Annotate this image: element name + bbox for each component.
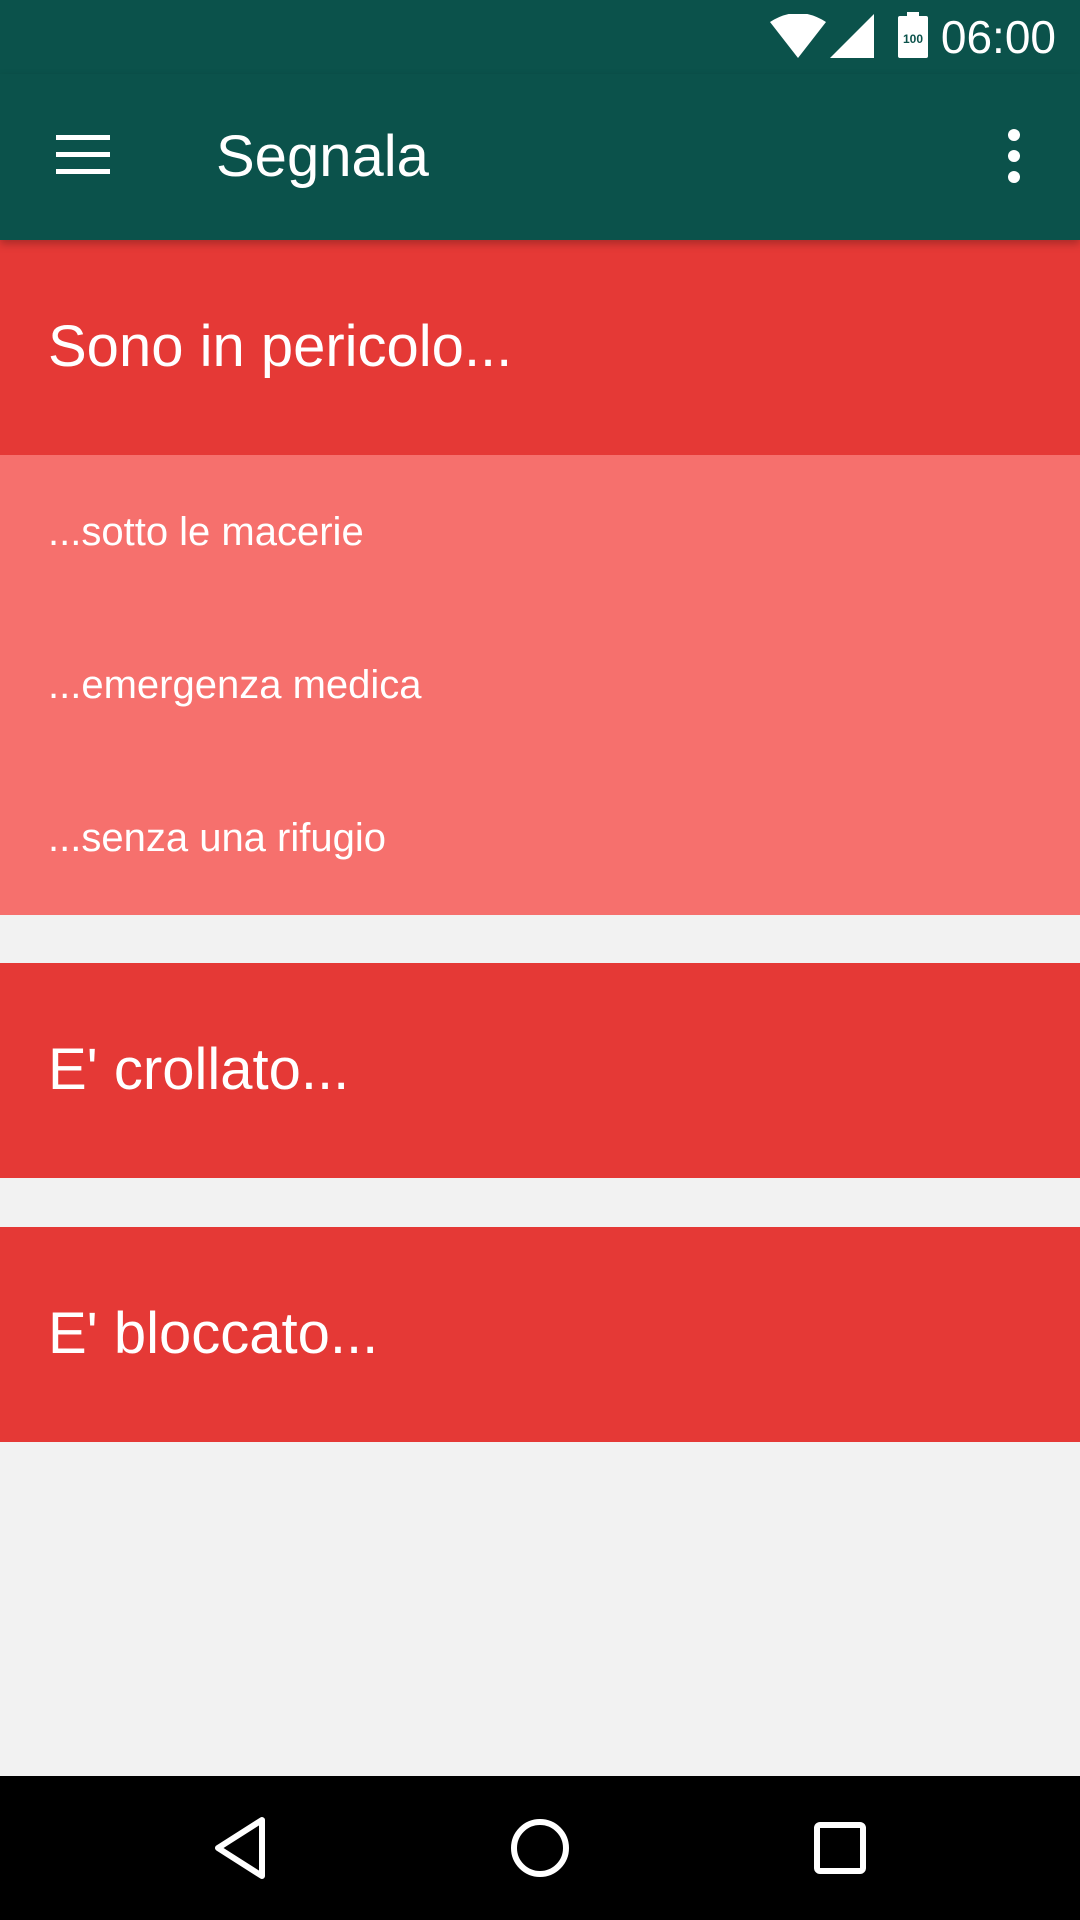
status-bar: 100 06:00 bbox=[0, 0, 1080, 74]
navigation-bar bbox=[0, 1776, 1080, 1920]
hamburger-menu-icon[interactable] bbox=[54, 131, 112, 179]
app-bar: Segnala bbox=[0, 74, 1080, 240]
sub-item-label: ...sotto le macerie bbox=[48, 510, 364, 554]
page-title: Segnala bbox=[216, 124, 429, 189]
section-header-e-bloccato[interactable]: E' bloccato... bbox=[0, 1227, 1080, 1442]
section-header-label: E' crollato... bbox=[48, 1037, 350, 1102]
recents-square-icon[interactable] bbox=[790, 1798, 890, 1898]
cell-signal-icon bbox=[830, 14, 874, 58]
sub-item-label: ...emergenza medica bbox=[48, 663, 422, 707]
section-header-e-crollato[interactable]: E' crollato... bbox=[0, 963, 1080, 1178]
sub-item-label: ...senza una rifugio bbox=[48, 816, 386, 860]
status-time: 06:00 bbox=[940, 11, 1056, 63]
section-header-label: Sono in pericolo... bbox=[48, 314, 513, 379]
sub-item-senza-una-rifugio[interactable]: ...senza una rifugio bbox=[0, 761, 1080, 914]
more-vert-icon[interactable] bbox=[998, 129, 1030, 183]
sub-item-emergenza-medica[interactable]: ...emergenza medica bbox=[0, 608, 1080, 761]
home-circle-icon[interactable] bbox=[490, 1798, 590, 1898]
section-header-label: E' bloccato... bbox=[48, 1301, 379, 1366]
sub-items-panel: ...sotto le macerie ...emergenza medica … bbox=[0, 455, 1080, 915]
section-header-sono-in-pericolo[interactable]: Sono in pericolo... bbox=[0, 240, 1080, 455]
sub-item-sotto-le-macerie[interactable]: ...sotto le macerie bbox=[0, 455, 1080, 608]
back-triangle-icon[interactable] bbox=[190, 1798, 290, 1898]
battery-level-text: 100 bbox=[903, 32, 923, 46]
wifi-icon bbox=[770, 14, 826, 58]
battery-icon: 100 bbox=[898, 12, 928, 58]
